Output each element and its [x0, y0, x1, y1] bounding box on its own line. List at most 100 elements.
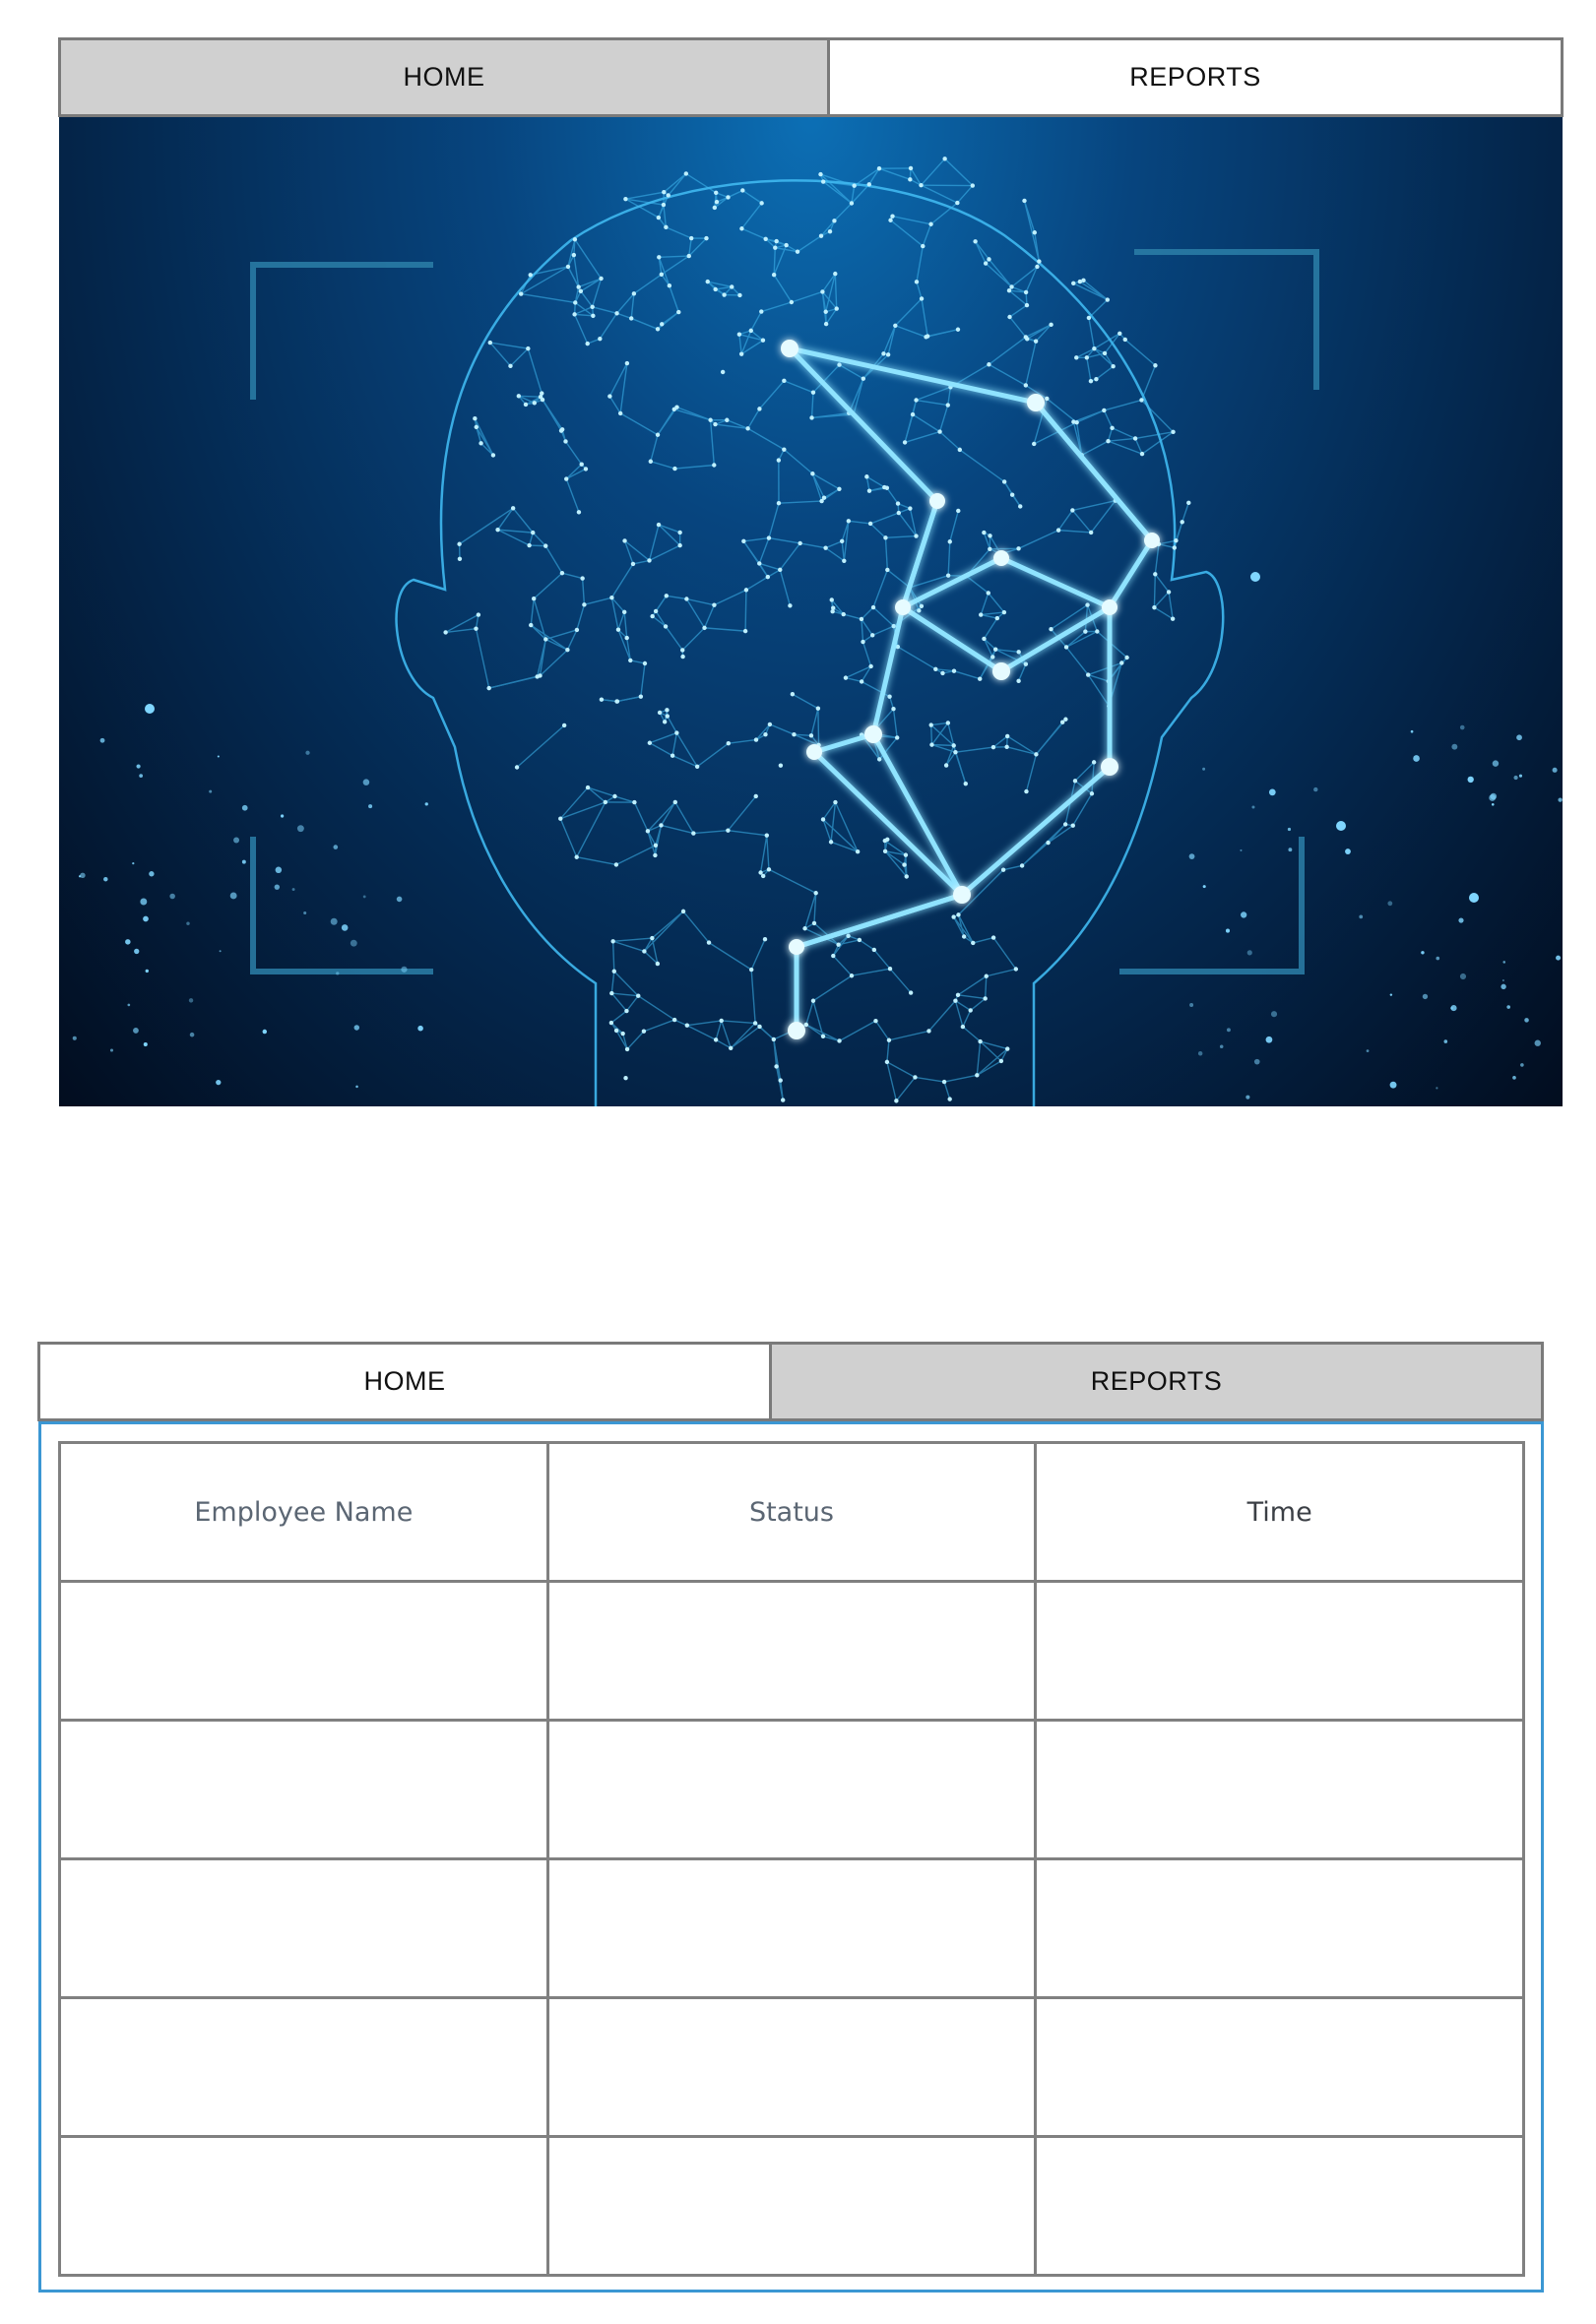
particle — [291, 888, 295, 892]
mesh-node — [917, 608, 922, 613]
particle — [1513, 775, 1518, 781]
mesh-node — [790, 692, 796, 697]
mesh-node — [543, 543, 548, 548]
particle — [1265, 1036, 1273, 1043]
mesh-node — [648, 459, 654, 464]
particle — [99, 737, 105, 743]
mesh-node — [1063, 717, 1068, 722]
mesh-node — [590, 304, 595, 309]
table-cell — [1034, 1580, 1525, 1722]
mesh-node — [666, 193, 670, 198]
tab-home[interactable]: HOME — [61, 40, 830, 114]
mesh-node — [1119, 660, 1124, 665]
mesh-line — [799, 542, 826, 549]
mesh-node — [908, 165, 914, 171]
mesh-line — [708, 942, 752, 971]
mesh-node — [1072, 779, 1078, 784]
mesh-node — [620, 1031, 625, 1036]
mesh-node — [978, 1038, 983, 1044]
mesh-line — [868, 167, 880, 185]
particle — [1502, 961, 1506, 964]
mesh-node — [629, 316, 634, 321]
mesh-line — [872, 606, 895, 627]
mesh-node — [1106, 438, 1111, 444]
particle — [396, 896, 403, 903]
mesh-node — [1117, 331, 1122, 336]
mesh-node — [896, 510, 902, 516]
mesh-node — [987, 362, 991, 367]
mesh-node — [945, 573, 951, 578]
mesh-node — [661, 202, 667, 208]
mesh-node — [837, 1038, 842, 1043]
mesh-line — [640, 662, 646, 697]
mesh-line — [845, 676, 862, 683]
mesh-node — [940, 670, 945, 676]
mesh-node — [677, 530, 682, 535]
mesh-node — [538, 673, 543, 678]
mesh-node — [990, 744, 996, 750]
mesh-line — [728, 189, 743, 199]
mesh-line — [740, 202, 763, 229]
particle — [1313, 786, 1318, 792]
attendance-table: Employee Name Status Time — [58, 1441, 1525, 2277]
mesh-node — [665, 714, 670, 719]
mesh-node — [919, 603, 925, 608]
mesh-node — [607, 394, 612, 399]
mesh-line — [768, 536, 800, 544]
mesh-node — [623, 1076, 628, 1081]
mesh-line — [542, 399, 563, 430]
mesh-node — [576, 284, 581, 289]
mesh-node — [1019, 863, 1025, 868]
particle — [275, 866, 283, 874]
mesh-line — [544, 545, 563, 574]
mesh-node — [667, 283, 672, 288]
tab-home[interactable]: HOME — [40, 1345, 772, 1418]
mesh-line — [745, 576, 769, 591]
mesh-node — [766, 535, 772, 540]
mesh-line — [833, 203, 853, 221]
mesh-line — [820, 173, 853, 205]
particle — [80, 872, 86, 879]
mesh-node — [680, 648, 685, 653]
mesh-node — [815, 706, 821, 711]
particle — [1288, 848, 1293, 852]
mesh-node — [893, 323, 898, 328]
mesh-line — [728, 829, 767, 837]
mesh-node — [885, 837, 890, 843]
mesh-line — [576, 604, 586, 631]
mesh-node — [680, 909, 686, 914]
mesh-line — [797, 235, 822, 253]
mesh-node — [1105, 297, 1111, 302]
face-mesh-nodes — [443, 157, 1191, 1103]
mesh-node — [978, 676, 983, 681]
mesh-node — [623, 196, 628, 202]
mesh-line — [897, 646, 936, 670]
mesh-line — [489, 342, 529, 349]
mesh-line — [1168, 592, 1174, 619]
mesh-node — [665, 708, 670, 713]
mesh-node — [988, 534, 992, 538]
mesh-node — [599, 276, 604, 282]
mesh-line — [1025, 754, 1038, 792]
mesh-node — [818, 233, 824, 238]
particle — [1366, 1049, 1370, 1052]
mesh-node — [802, 926, 807, 931]
mesh-node — [843, 675, 849, 680]
mesh-line — [652, 615, 667, 627]
mesh-line — [1009, 304, 1028, 318]
mesh-node — [1063, 645, 1069, 650]
mesh-line — [564, 441, 583, 466]
mesh-line — [791, 290, 823, 303]
mesh-line — [1154, 573, 1170, 593]
mesh-node — [1006, 287, 1012, 293]
mesh-node — [725, 417, 730, 422]
mesh-line — [1087, 674, 1110, 707]
mesh-node — [803, 1022, 809, 1028]
mesh-node — [771, 273, 777, 278]
mesh-line — [916, 399, 948, 407]
tab-reports[interactable]: REPORTS — [772, 1345, 1541, 1418]
particle — [149, 871, 155, 877]
tab-reports[interactable]: REPORTS — [830, 40, 1561, 114]
mesh-node — [578, 288, 584, 294]
mesh-node — [1070, 508, 1075, 513]
